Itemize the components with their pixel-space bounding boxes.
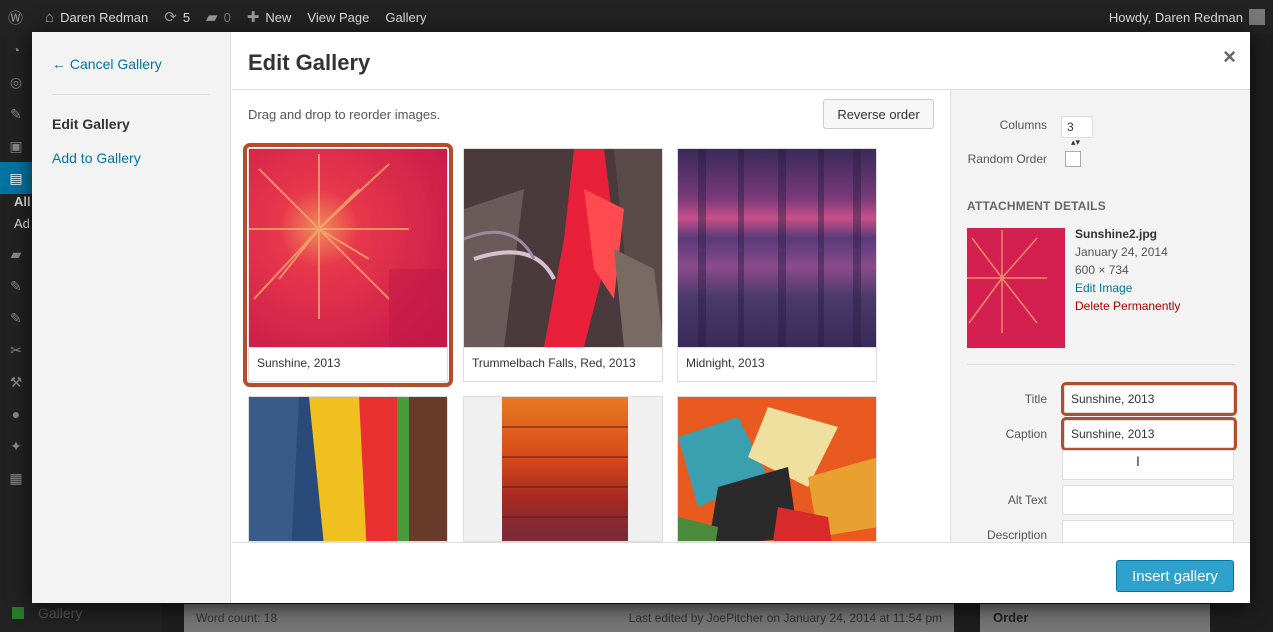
attachment-thumbnail xyxy=(967,228,1065,348)
gallery-thumbnail[interactable]: Trummelbach Falls, Red, 2013 xyxy=(463,148,663,382)
caption-input[interactable]: Sunshine, 2013 xyxy=(1061,417,1237,451)
gallery-thumbnail[interactable] xyxy=(248,396,448,542)
site-name: Daren Redman xyxy=(60,9,149,25)
wrench-icon[interactable]: ✦ xyxy=(0,430,32,462)
jetpack-icon[interactable]: ◎ xyxy=(0,66,32,98)
gallery-thumbnail[interactable] xyxy=(463,396,663,542)
plugins-icon[interactable]: ⚒ xyxy=(0,366,32,398)
word-count: Word count: 18 xyxy=(196,611,278,625)
cancel-gallery-link[interactable]: ← Cancel Gallery xyxy=(52,56,162,72)
caption-textarea-resize[interactable] xyxy=(1062,450,1234,480)
pin-icon[interactable]: ✎ xyxy=(0,302,32,334)
thumbnail-image xyxy=(249,397,447,541)
new-content-link[interactable]: ✚ New xyxy=(239,0,300,34)
attachment-divider xyxy=(967,364,1235,365)
settings-icon[interactable]: ▦ xyxy=(0,462,32,494)
order-box: Order xyxy=(980,604,1210,632)
attachment-details-heading: ATTACHMENT DETAILS xyxy=(967,199,1106,213)
updates-icon: ⟳ xyxy=(164,9,177,26)
plus-icon: ✚ xyxy=(246,9,260,26)
random-order-label: Random Order xyxy=(967,152,1047,166)
gallery-thumbnail[interactable]: Midnight, 2013 xyxy=(677,148,877,382)
random-order-checkbox[interactable] xyxy=(1065,151,1081,167)
site-name-link[interactable]: ⌂ Daren Redman xyxy=(37,0,156,34)
attachment-date: January 24, 2014 xyxy=(1075,245,1168,259)
attachment-dimensions: 600 × 734 xyxy=(1075,263,1129,277)
thumbnail-image xyxy=(678,397,876,541)
modal-toolbar: Insert gallery xyxy=(232,542,1250,603)
text-cursor-icon: I xyxy=(1136,453,1140,469)
thumbnail-image xyxy=(249,149,447,347)
menu-add-new[interactable]: Ad xyxy=(0,216,32,238)
dashboard-icon[interactable]: ◔ xyxy=(0,34,32,66)
admin-sidebar: ◔ ◎ ✎ ▣ ▤ All Ad ▰ ✎ ✎ ✂ ⚒ ● ✦ ▦ xyxy=(0,34,32,632)
modal-title: Edit Gallery xyxy=(248,50,371,75)
gallery-link[interactable]: Gallery xyxy=(377,0,434,34)
columns-label: Columns xyxy=(999,118,1047,132)
title-input[interactable]: Sunshine, 2013 xyxy=(1061,382,1237,416)
attachment-info: Sunshine2.jpg January 24, 2014 600 × 734… xyxy=(1075,225,1180,315)
home-icon: ⌂ xyxy=(45,8,55,26)
menu-all-pages[interactable]: All xyxy=(0,194,32,216)
wordpress-icon: Ⓦ xyxy=(8,9,24,27)
updates-link[interactable]: ⟳ 5 xyxy=(156,0,198,34)
columns-select[interactable]: 3 ▴▾ xyxy=(1061,116,1093,147)
updates-count: 5 xyxy=(182,9,191,25)
comments-count: 0 xyxy=(223,9,231,25)
account-menu[interactable]: Howdy, Daren Redman xyxy=(1101,0,1273,34)
gallery-thumbnail[interactable]: Sunshine, 2013 xyxy=(243,143,453,387)
media-menu: ← Cancel Gallery Edit Gallery Add to Gal… xyxy=(32,32,231,603)
drag-hint: Drag and drop to reorder images. xyxy=(248,107,441,122)
description-textarea[interactable] xyxy=(1062,520,1234,542)
avatar xyxy=(1249,9,1265,25)
howdy-text: Howdy, Daren Redman xyxy=(1108,9,1243,25)
menu-item-edit-gallery[interactable]: Edit Gallery xyxy=(52,116,130,132)
thumbnail-image xyxy=(464,397,662,541)
comments-icon[interactable]: ▰ xyxy=(0,238,32,270)
admin-bar: Ⓦ ⌂ Daren Redman ⟳ 5 ▰ 0 ✚ New View Page Gal… xyxy=(0,0,1273,34)
edit-image-link[interactable]: Edit Image xyxy=(1075,279,1180,297)
tools-icon[interactable]: ✂ xyxy=(0,334,32,366)
pin-icon[interactable]: ✎ xyxy=(0,270,32,302)
menu-gallery-label: Gallery xyxy=(38,605,83,621)
new-label: New xyxy=(265,9,292,25)
thumbnail-caption: Sunshine, 2013 xyxy=(249,347,447,381)
insert-gallery-button[interactable]: Insert gallery xyxy=(1116,560,1234,592)
last-edited: Last edited by JoePitcher on January 24,… xyxy=(628,611,942,625)
pin-icon[interactable]: ✎ xyxy=(0,98,32,130)
gallery-settings-sidebar: Columns 3 ▴▾ Random Order ATTACHMENT DET… xyxy=(950,90,1250,542)
comment-icon: ▰ xyxy=(206,9,218,26)
editor-status-bar: Word count: 18 Last edited by JoePitcher… xyxy=(184,604,954,632)
edit-gallery-modal: × ← Cancel Gallery Edit Gallery Add to G… xyxy=(32,32,1250,603)
gallery-thumbnail[interactable] xyxy=(677,396,877,542)
thumbnail-caption: Trummelbach Falls, Red, 2013 xyxy=(464,347,662,381)
alt-text-input[interactable] xyxy=(1062,485,1234,515)
alt-text-label: Alt Text xyxy=(1007,493,1047,507)
caption-label: Caption xyxy=(1005,427,1047,441)
columns-value: 3 xyxy=(1067,120,1074,134)
gallery-icon xyxy=(12,607,24,619)
menu-item-add-to-gallery[interactable]: Add to Gallery xyxy=(52,150,141,166)
users-icon[interactable]: ● xyxy=(0,398,32,430)
title-label: Title xyxy=(1024,392,1047,406)
description-label: Description xyxy=(986,528,1047,542)
stepper-icon: ▴▾ xyxy=(1071,137,1081,147)
close-icon[interactable]: × xyxy=(1223,44,1236,70)
pages-icon[interactable]: ▤ xyxy=(0,162,32,194)
comments-link[interactable]: ▰ 0 xyxy=(198,0,239,34)
media-icon[interactable]: ▣ xyxy=(0,130,32,162)
menu-divider xyxy=(52,94,210,95)
wordpress-logo[interactable]: Ⓦ xyxy=(0,0,37,34)
reverse-order-button[interactable]: Reverse order xyxy=(823,99,934,129)
thumbnail-caption: Midnight, 2013 xyxy=(678,347,876,381)
thumbnail-image xyxy=(464,149,662,347)
thumbnail-image xyxy=(678,149,876,347)
view-page-link[interactable]: View Page xyxy=(299,0,377,34)
attachment-filename: Sunshine2.jpg xyxy=(1075,227,1158,241)
delete-permanently-link[interactable]: Delete Permanently xyxy=(1075,297,1180,315)
